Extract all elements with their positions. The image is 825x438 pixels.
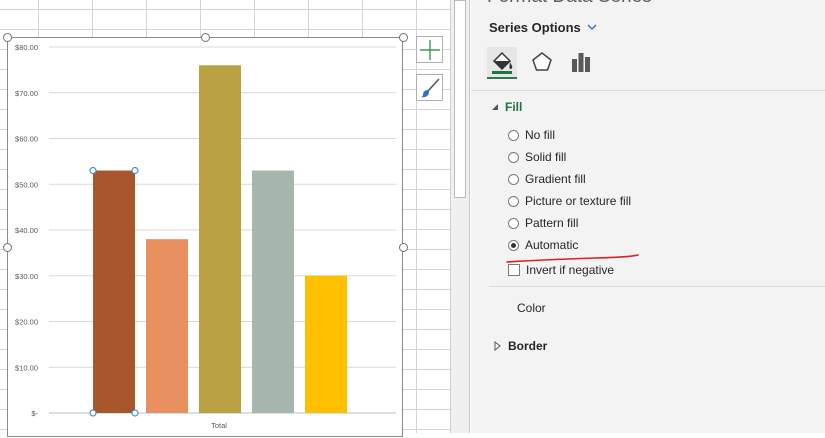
y-tick-label: $10.00 <box>15 363 38 372</box>
fill-option-solid-fill[interactable]: Solid fill <box>508 150 566 164</box>
format-data-series-pane: Format Data Series Series Options Fill <box>471 0 825 433</box>
fill-option-label: Solid fill <box>525 150 567 164</box>
bar-selection-handle[interactable] <box>131 409 139 417</box>
y-tick-label: $30.00 <box>15 272 38 281</box>
border-section-header[interactable]: Border <box>494 339 547 353</box>
chevron-down-icon <box>587 24 597 31</box>
fill-option-label: Pattern fill <box>525 216 579 230</box>
chart-area[interactable]: $- $10.00 $20.00 $30.00 $40.00 $50.00 $60.00 $7… <box>7 37 403 437</box>
series-options-dropdown[interactable]: Series Options <box>489 20 597 35</box>
plus-icon <box>419 39 440 60</box>
radio-button[interactable] <box>508 129 519 141</box>
y-tick-label: $40.00 <box>15 226 38 235</box>
caret-expanded-icon <box>492 104 498 110</box>
chart-resize-handle[interactable] <box>2 242 12 252</box>
tab-fill-line[interactable] <box>487 47 517 79</box>
chart-resize-handle[interactable] <box>398 32 408 42</box>
pentagon-icon <box>532 52 552 71</box>
chart-styles-button[interactable] <box>416 74 443 101</box>
chart-resize-handle[interactable] <box>2 32 12 42</box>
bar-series-2[interactable] <box>146 239 188 413</box>
scrollbar-thumb[interactable] <box>454 0 466 198</box>
chart-elements-button[interactable] <box>416 36 443 63</box>
bar-selection-handle[interactable] <box>131 166 139 175</box>
y-tick-label: $60.00 <box>15 135 38 144</box>
fill-option-label: Gradient fill <box>525 172 586 186</box>
radio-button[interactable] <box>508 217 519 229</box>
fill-option-no-fill[interactable]: No fill <box>508 128 555 142</box>
fill-section-header[interactable]: Fill <box>491 100 522 114</box>
fill-option-picture-or-texture-fill[interactable]: Picture or texture fill <box>508 194 631 208</box>
vertical-scrollbar[interactable] <box>450 0 470 433</box>
tab-effects[interactable] <box>527 47 557 77</box>
invert-if-negative-label: Invert if negative <box>526 263 615 277</box>
chart-resize-handle[interactable] <box>200 32 210 42</box>
bar-chart-icon <box>572 53 590 72</box>
invert-if-negative-checkbox[interactable]: Invert if negative <box>508 263 614 277</box>
bar-selection-handle[interactable] <box>89 409 97 417</box>
radio-button[interactable] <box>508 239 519 251</box>
bar-series-4[interactable] <box>252 170 294 413</box>
chart-resize-handle[interactable] <box>398 242 408 252</box>
fill-section-label: Fill <box>505 100 523 114</box>
caret-collapsed-icon <box>494 341 501 351</box>
fill-option-gradient-fill[interactable]: Gradient fill <box>508 172 586 186</box>
column-chart[interactable]: $- $10.00 $20.00 $30.00 $40.00 $50.00 $60.00 $7… <box>8 38 404 438</box>
pane-title: Format Data Series <box>487 0 652 8</box>
bar-series-1[interactable] <box>93 170 135 413</box>
y-tick-label: $70.00 <box>15 89 38 98</box>
fill-option-pattern-fill[interactable]: Pattern fill <box>508 216 578 230</box>
radio-button[interactable] <box>508 173 519 185</box>
paint-bucket-icon <box>492 51 513 74</box>
bar-selection-handle[interactable] <box>89 166 97 175</box>
y-tick-label: $- <box>31 409 38 418</box>
fill-option-label: No fill <box>525 128 556 142</box>
fill-option-label: Picture or texture fill <box>525 194 632 208</box>
y-tick-label: $50.00 <box>15 180 38 189</box>
brush-icon <box>420 77 440 97</box>
pane-divider <box>471 90 825 91</box>
tab-series-options[interactable] <box>566 47 596 77</box>
color-label: Color <box>517 301 546 315</box>
bar-series-3[interactable] <box>199 65 241 414</box>
radio-button[interactable] <box>508 195 519 207</box>
bar-series-5[interactable] <box>305 275 347 413</box>
series-options-label: Series Options <box>489 20 581 35</box>
y-tick-label: $20.00 <box>15 318 38 327</box>
border-section-label: Border <box>508 339 548 353</box>
fill-option-label: Automatic <box>525 238 579 252</box>
x-category-label: Total <box>211 421 227 430</box>
fill-option-automatic[interactable]: Automatic <box>508 238 578 252</box>
radio-button[interactable] <box>508 151 519 163</box>
checkbox-box[interactable] <box>508 264 520 276</box>
section-divider <box>489 286 825 287</box>
y-tick-label: $80.00 <box>15 43 38 52</box>
